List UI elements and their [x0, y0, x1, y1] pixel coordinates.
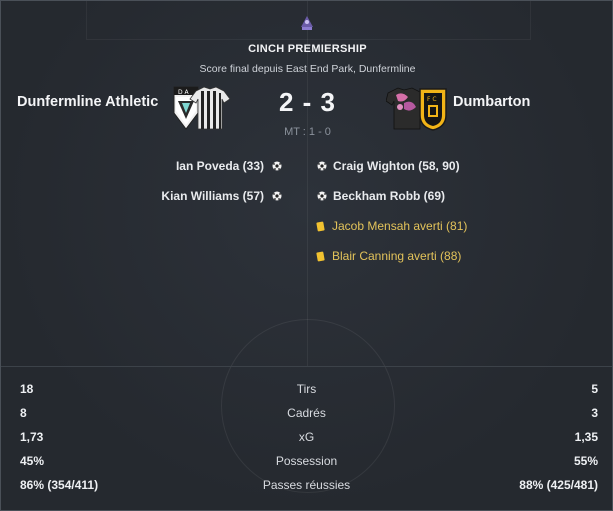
stat-away-value: 55% [573, 454, 598, 468]
away-card-event[interactable]: Blair Canning averti (88) [316, 249, 462, 263]
stat-row-passes: 86% (354/411) Passes réussies 88% (425/4… [1, 478, 612, 498]
yellow-card-icon [316, 250, 325, 262]
match-summary-panel: CINCH PREMIERSHIP Score final depuis Eas… [0, 0, 613, 511]
card-label: Jacob Mensah averti (81) [332, 219, 468, 233]
away-team-name[interactable]: Dumbarton [453, 94, 530, 110]
stat-row-xg: 1,73 xG 1,35 [1, 430, 612, 450]
svg-text:F C: F C [427, 96, 437, 103]
scorer-label: Kian Williams (57) [161, 189, 264, 203]
away-goal-event[interactable]: Craig Wighton (58, 90) [317, 159, 460, 173]
stats-divider [1, 366, 612, 367]
stat-label: Tirs [296, 382, 317, 396]
stat-label: Possession [275, 454, 338, 468]
scorer-label: Beckham Robb (69) [333, 189, 446, 203]
stat-label: Cadrés [287, 406, 326, 420]
stat-row-shots: 18 Tirs 5 [1, 382, 612, 402]
half-time-score: MT : 1 - 0 [284, 126, 331, 138]
football-icon [317, 161, 327, 171]
dumbarton-crest-icon[interactable]: F C [386, 85, 448, 131]
card-label: Blair Canning averti (88) [332, 249, 462, 263]
away-card-event[interactable]: Jacob Mensah averti (81) [316, 219, 468, 233]
competition-title: CINCH PREMIERSHIP [248, 43, 367, 55]
stat-label: xG [298, 430, 315, 444]
away-goal-event[interactable]: Beckham Robb (69) [317, 189, 445, 203]
competition-logo-icon [301, 16, 313, 30]
football-icon [317, 191, 327, 201]
football-icon [272, 161, 282, 171]
stat-away-value: 3 [591, 406, 598, 420]
stat-away-value: 5 [591, 382, 598, 396]
football-icon [272, 191, 282, 201]
scorer-label: Craig Wighton (58, 90) [333, 159, 460, 173]
stat-away-value: 1,35 [574, 430, 598, 444]
stat-row-on-target: 8 Cadrés 3 [1, 406, 612, 426]
stat-away-value: 88% (425/481) [519, 478, 598, 492]
home-goal-event[interactable]: Kian Williams (57) [161, 189, 282, 203]
scorer-label: Ian Poveda (33) [175, 159, 264, 173]
yellow-card-icon [316, 220, 325, 232]
home-goal-event[interactable]: Ian Poveda (33) [176, 159, 282, 173]
pitch-halfway-line [307, 1, 308, 366]
stat-row-possession: 45% Possession 55% [1, 454, 612, 474]
match-subtitle: Score final depuis East End Park, Dunfer… [199, 63, 416, 75]
